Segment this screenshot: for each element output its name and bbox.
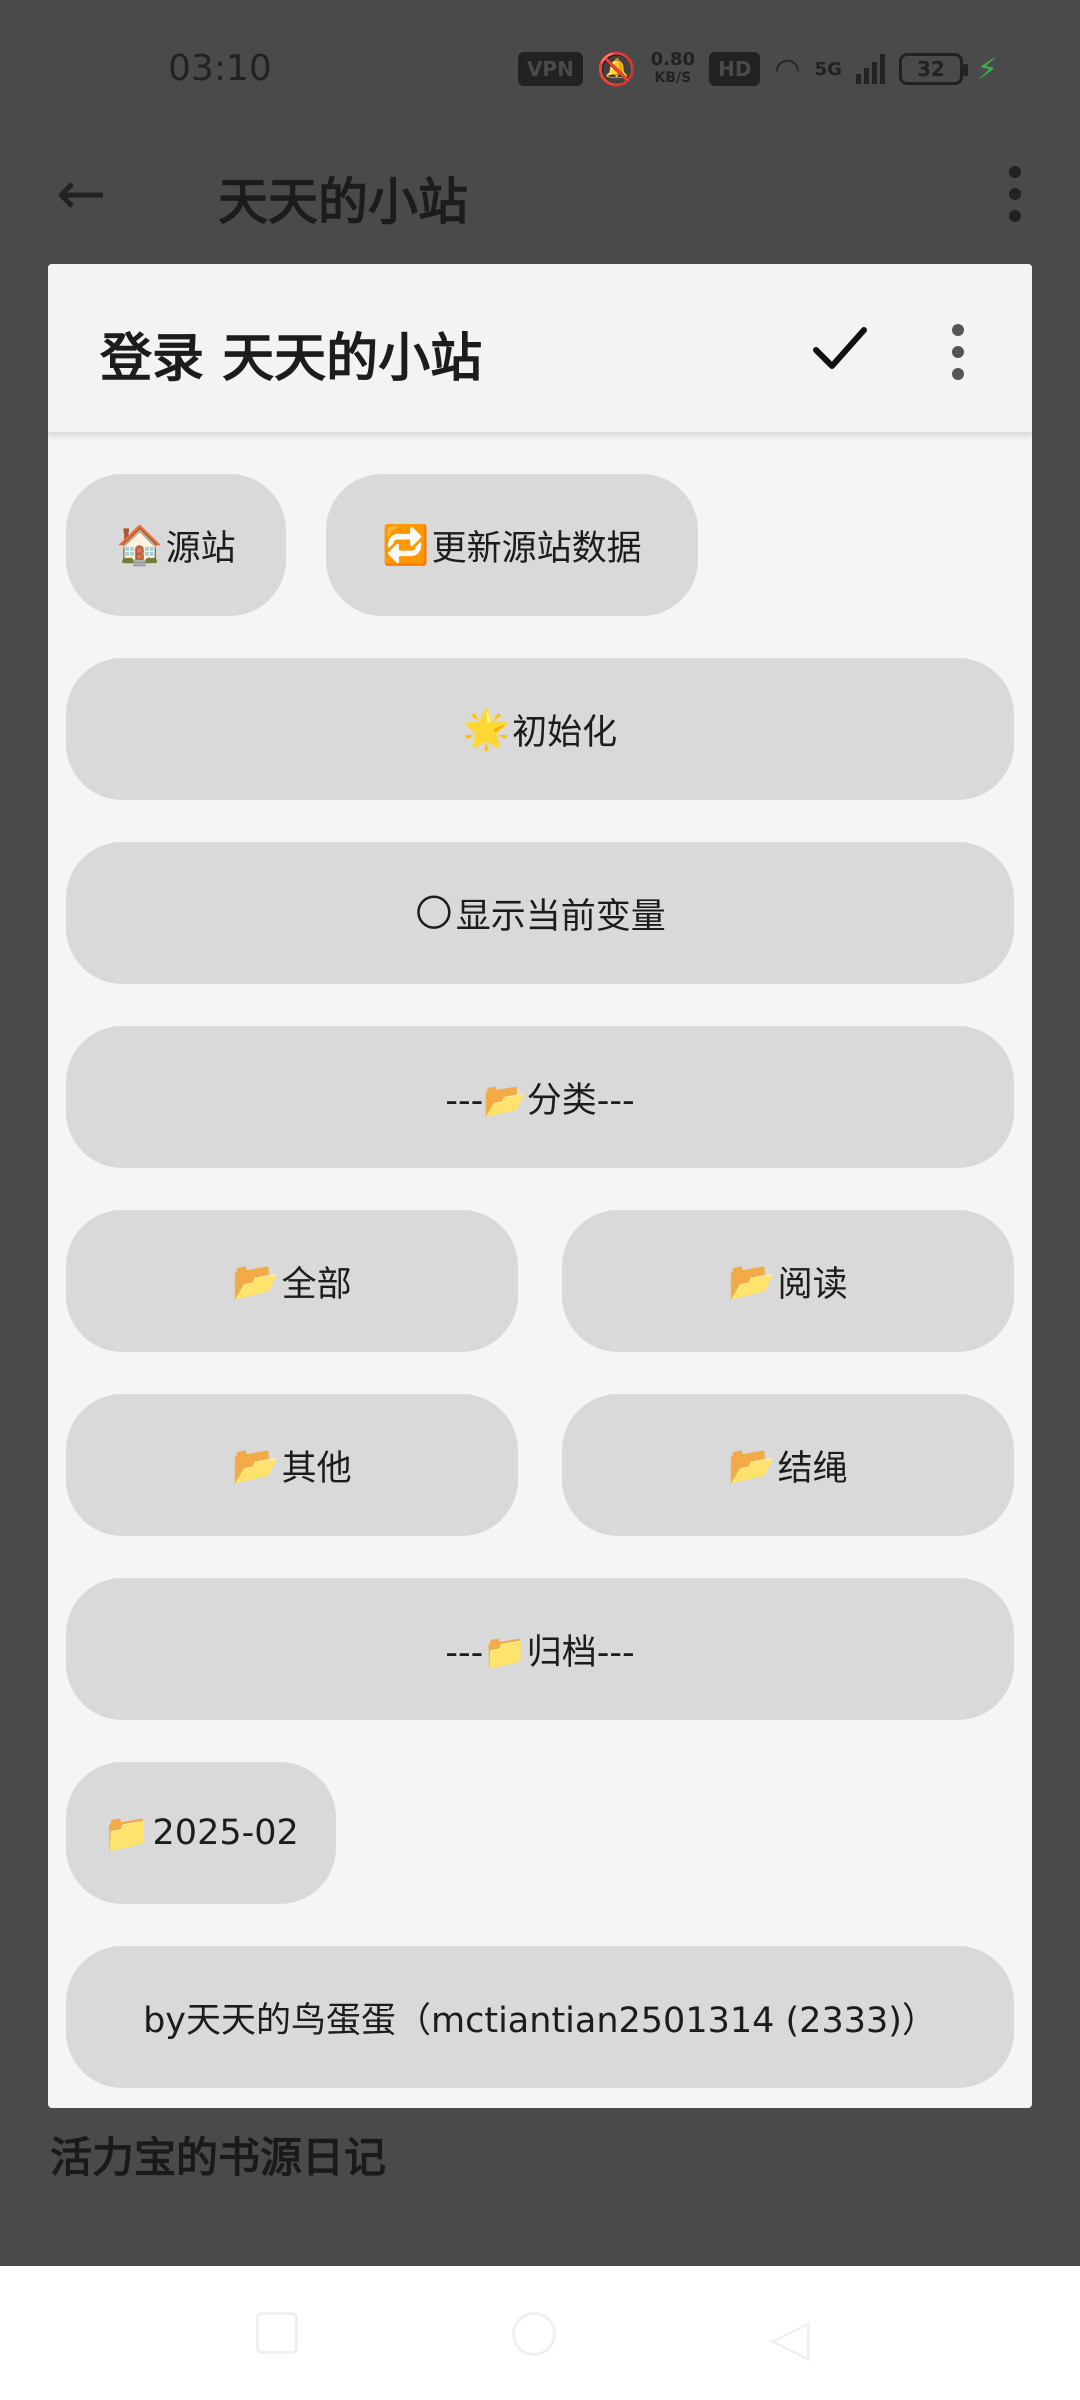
- back-arrow-icon[interactable]: ←: [56, 164, 106, 224]
- author-button[interactable]: by天天的鸟蛋蛋（mctiantian2501314 (2333)）: [66, 1946, 1014, 2088]
- page-title: 天天的小站: [218, 173, 468, 231]
- category-other-button[interactable]: 📂 其他: [66, 1394, 518, 1536]
- status-bar: 03:10 VPN 🔕 0.80 KB/S HD ◠ 5G 32 ⚡: [0, 0, 1080, 136]
- folder-open-icon: 📂: [728, 1442, 776, 1487]
- signal-icon: [855, 54, 885, 84]
- category-divider-button[interactable]: ---📂分类---: [66, 1026, 1014, 1168]
- star-icon: 🌟: [462, 706, 511, 751]
- recent-apps-icon[interactable]: [256, 2312, 298, 2354]
- moon-icon: 🌕: [414, 891, 454, 935]
- update-source-data-button[interactable]: 🔁 更新源站数据: [326, 474, 698, 616]
- charging-icon: ⚡: [976, 51, 998, 87]
- home-icon[interactable]: [512, 2312, 556, 2356]
- wifi-icon: ◠: [774, 51, 801, 87]
- check-icon[interactable]: [808, 316, 872, 380]
- login-dialog: 登录 天天的小站 🏠 源站 🔁 更新源站数据 🌟 初始化 🌕 显示当前变量 --…: [48, 264, 1032, 2108]
- source-diary-label: 活力宝的书源日记: [50, 2133, 387, 2182]
- status-time: 03:10: [168, 48, 272, 89]
- category-knot-button[interactable]: 📂 结绳: [562, 1394, 1014, 1536]
- app-bar: [0, 136, 1080, 276]
- category-all-button[interactable]: 📂 全部: [66, 1210, 518, 1352]
- network-type: 5G: [814, 58, 842, 80]
- source-site-button[interactable]: 🏠 源站: [66, 474, 286, 616]
- folder-open-icon: 📂: [232, 1442, 280, 1487]
- hd-icon: HD: [709, 52, 761, 86]
- show-variables-button[interactable]: 🌕 显示当前变量: [66, 842, 1014, 984]
- folder-open-icon: 📂: [232, 1258, 280, 1303]
- more-options-icon[interactable]: [1008, 166, 1022, 222]
- category-read-button[interactable]: 📂 阅读: [562, 1210, 1014, 1352]
- initialize-button[interactable]: 🌟 初始化: [66, 658, 1014, 800]
- dialog-title: 登录 天天的小站: [100, 329, 483, 389]
- archive-month-button[interactable]: 📁 2025-02: [66, 1762, 336, 1904]
- archive-divider-button[interactable]: ---📁归档---: [66, 1578, 1014, 1720]
- nav-back-icon[interactable]: ◁: [770, 2308, 810, 2368]
- dialog-header: 登录 天天的小站: [48, 264, 1032, 432]
- house-icon: 🏠: [116, 522, 164, 567]
- bell-off-icon: 🔕: [596, 50, 637, 88]
- status-icons: VPN 🔕 0.80 KB/S HD ◠ 5G 32 ⚡: [517, 49, 998, 88]
- vpn-icon: VPN: [517, 52, 583, 86]
- folder-icon: 📁: [103, 1810, 151, 1855]
- repeat-icon: 🔁: [382, 522, 430, 567]
- folder-open-icon: 📂: [728, 1258, 776, 1303]
- battery-icon: 32: [898, 53, 968, 85]
- dialog-more-icon[interactable]: [952, 324, 964, 380]
- network-speed: 0.80 KB/S: [650, 49, 696, 87]
